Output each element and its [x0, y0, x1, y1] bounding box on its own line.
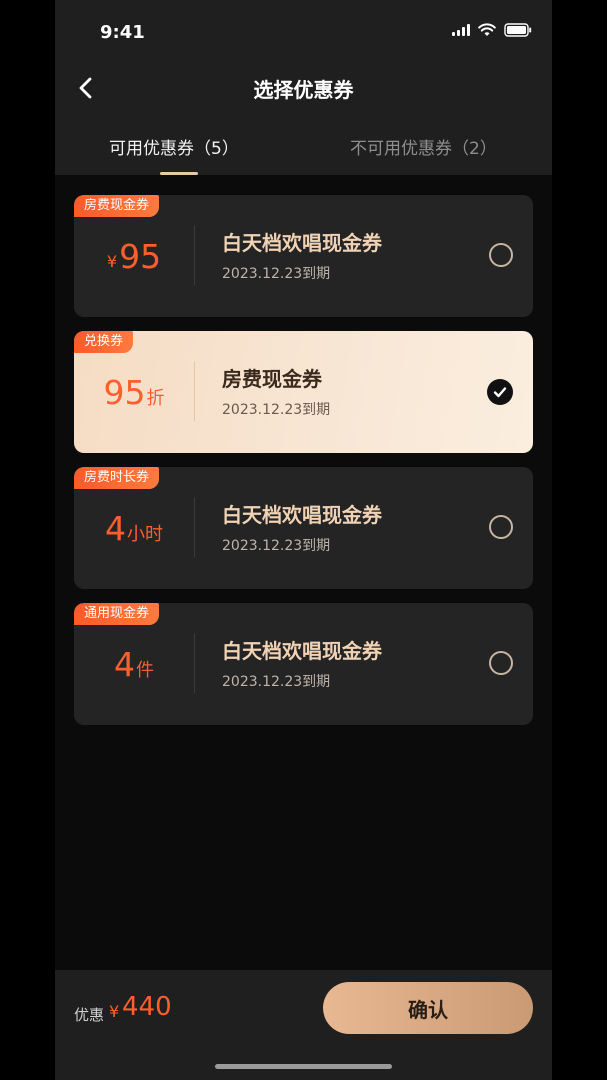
coupon-divider — [194, 225, 195, 285]
header-area: 9:41 选择优惠券 可用优惠券（5） 不可用优惠券（2） — [55, 0, 552, 175]
coupon-title: 房费现金券 — [222, 367, 322, 391]
battery-icon — [504, 23, 532, 37]
bottom-bar: 优惠 ¥ 440 确认 — [55, 970, 552, 1080]
confirm-button[interactable]: 确认 — [323, 982, 533, 1034]
coupon-expiry: 2023.12.23到期 — [222, 538, 331, 554]
phone-screen: 9:41 选择优惠券 可用优惠券（5） 不可用优惠券（2） ¥ 95 房费现金券… — [55, 0, 552, 1080]
home-indicator — [215, 1064, 392, 1069]
coupon-list: ¥ 95 房费现金券 白天档欢唱现金券 2023.12.23到期 95 折 兑换… — [74, 195, 533, 739]
coupon-card-selected[interactable]: 95 折 兑换券 房费现金券 2023.12.23到期 — [74, 331, 533, 453]
coupon-type-badge: 房费现金券 — [74, 195, 160, 217]
coupon-title: 白天档欢唱现金券 — [222, 231, 382, 255]
tab-available[interactable]: 可用优惠券（5） — [109, 134, 239, 159]
coupon-tabs: 可用优惠券（5） 不可用优惠券（2） — [55, 128, 552, 175]
nav-bar: 选择优惠券 — [55, 60, 552, 116]
page-title: 选择优惠券 — [253, 78, 354, 102]
discount-label: 优惠 — [74, 1006, 105, 1024]
active-tab-indicator — [160, 172, 198, 175]
discount-amount: 440 — [122, 992, 172, 1022]
coupon-card[interactable]: ¥ 95 房费现金券 白天档欢唱现金券 2023.12.23到期 — [74, 195, 533, 317]
wifi-icon — [478, 23, 496, 37]
status-icons — [452, 22, 532, 38]
coupon-unit: 小时 — [127, 524, 163, 545]
coupon-value: 95 — [119, 236, 162, 276]
coupon-title: 白天档欢唱现金券 — [222, 503, 382, 527]
coupon-expiry: 2023.12.23到期 — [222, 674, 331, 690]
status-bar: 9:41 — [55, 0, 552, 60]
checkmark-icon[interactable] — [487, 379, 513, 405]
coupon-divider — [194, 497, 195, 557]
coupon-currency: ¥ — [106, 252, 118, 271]
coupon-card[interactable]: 4 件 通用现金券 白天档欢唱现金券 2023.12.23到期 — [74, 603, 533, 725]
coupon-radio[interactable] — [489, 243, 513, 267]
coupon-expiry: 2023.12.23到期 — [222, 402, 331, 418]
coupon-type-badge: 兑换券 — [74, 331, 134, 353]
coupon-expiry: 2023.12.23到期 — [222, 266, 331, 282]
signal-icon — [452, 24, 470, 36]
tab-unavailable[interactable]: 不可用优惠券（2） — [350, 134, 497, 159]
discount-currency: ¥ — [109, 1002, 120, 1021]
coupon-type-badge: 通用现金券 — [74, 603, 160, 625]
coupon-divider — [194, 361, 195, 421]
coupon-value: 4 — [105, 508, 126, 548]
coupon-card[interactable]: 4 小时 房费时长券 白天档欢唱现金券 2023.12.23到期 — [74, 467, 533, 589]
coupon-unit: 折 — [146, 388, 165, 409]
coupon-type-badge: 房费时长券 — [74, 467, 160, 489]
coupon-value: 95 — [103, 372, 146, 412]
coupon-radio[interactable] — [489, 515, 513, 539]
coupon-value: 4 — [114, 644, 135, 684]
coupon-title: 白天档欢唱现金券 — [222, 639, 382, 663]
coupon-unit: 件 — [136, 660, 154, 681]
coupon-radio[interactable] — [489, 651, 513, 675]
status-time: 9:41 — [100, 22, 145, 43]
coupon-divider — [194, 633, 195, 693]
